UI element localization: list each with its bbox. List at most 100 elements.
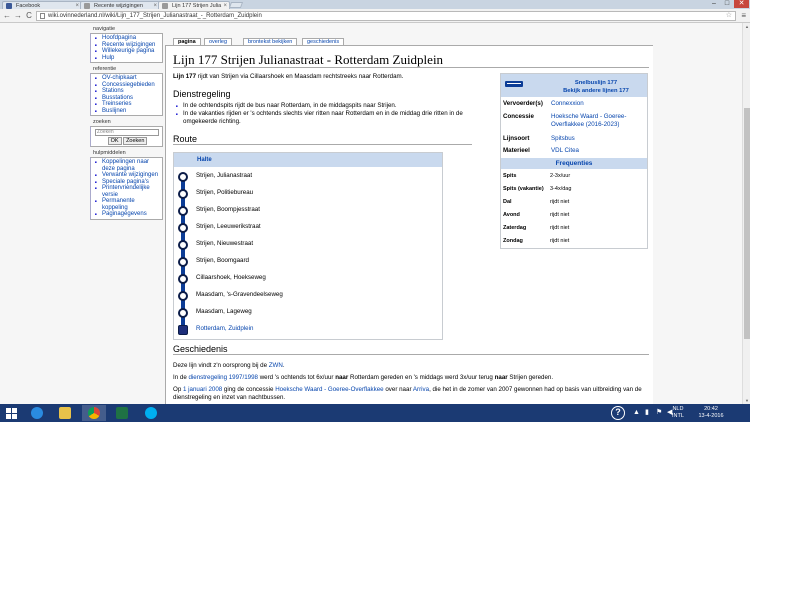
bookmark-star-icon[interactable]: ☆	[726, 12, 732, 20]
new-tab-button[interactable]	[228, 2, 244, 8]
link-dienstregeling-1997[interactable]: dienstregeling 1997/1998	[188, 374, 258, 381]
portlet-title: referentie	[93, 66, 117, 72]
row-link[interactable]: Spitsbus	[551, 135, 575, 143]
route-table: Halte Strijen, Julianastraat Strijen, Po…	[173, 152, 443, 340]
infobox-frequenties-header: Frequenties	[501, 158, 647, 169]
route-column-header[interactable]: Halte	[174, 153, 442, 167]
infobox-title-link[interactable]: Snelbuslijn 177	[541, 79, 651, 87]
ok-button[interactable]: OK	[107, 137, 122, 145]
taskbar-chrome[interactable]	[82, 405, 106, 421]
forward-button[interactable]: →	[13, 11, 23, 21]
help-icon[interactable]: ?	[611, 406, 625, 420]
row-link[interactable]: Connexxion	[551, 100, 584, 108]
portlet-title: navigatie	[93, 26, 116, 32]
browser-tab-recente-wijzigingen[interactable]: Recente wijzigingen ×	[80, 1, 160, 9]
folder-icon	[59, 407, 71, 419]
browser-tabstrip: Facebook × Recente wijzigingen × Lijn 17…	[0, 0, 750, 9]
intro-text: rijdt van Strijen via Cillaarshoek en Ma…	[196, 73, 404, 80]
link-1-januari-2008[interactable]: 1 januari 2008	[183, 386, 222, 393]
address-bar[interactable]: wiki.ovinnederland.nl/wiki/Lijn_177_Stri…	[36, 11, 736, 21]
scrollbar-thumb[interactable]	[744, 108, 750, 339]
tab-brontekst-bekijken[interactable]: brontekst bekijken	[243, 38, 298, 45]
stop-name: Strijen, Politiebureau	[196, 189, 254, 196]
stop-name: Strijen, Boomgaard	[196, 257, 249, 264]
tab-geschiedenis[interactable]: geschiedenis	[302, 38, 345, 45]
row-link[interactable]: Hoeksche Waard - Goeree-	[551, 113, 626, 121]
stop-name-link[interactable]: Rotterdam, Zuidplein	[196, 325, 253, 333]
history-paragraph-1: Deze lijn vindt z'n oorsprong bij de ZWN…	[173, 362, 285, 370]
text: over naar	[383, 386, 413, 393]
close-window-button[interactable]: ✕	[734, 0, 749, 8]
sidebar-item-printervriendelijk[interactable]: Printervriendelijke versie	[95, 185, 160, 198]
flag-icon[interactable]: ⚑	[656, 409, 662, 416]
tray-arrow-icon[interactable]: ▲	[633, 409, 640, 416]
taskbar-skype[interactable]	[139, 405, 163, 421]
clock[interactable]: 20:42 13-4-2016	[698, 406, 724, 420]
link-concessie[interactable]: Hoeksche Waard - Goeree-Overflakkee	[275, 386, 383, 393]
browser-tab-facebook[interactable]: Facebook ×	[2, 1, 82, 9]
row-key: Concessie	[503, 113, 534, 120]
sidebar-item-koppelingen[interactable]: Koppelingen naar deze pagina	[95, 159, 160, 172]
browser-menu-icon[interactable]: ≡	[741, 12, 746, 20]
taskbar-excel[interactable]	[110, 405, 134, 421]
row-key: Lijnsoort	[503, 135, 530, 142]
browser-tab-lijn-177[interactable]: Lijn 177 Strijen Julia ×	[158, 1, 230, 9]
freq-key: Dal	[503, 199, 512, 205]
start-button[interactable]	[1, 405, 25, 421]
infobox-header: Snelbuslijn 177 Bekijk andere lijnen 177	[501, 74, 647, 97]
freq-value: rijdt niet	[550, 212, 570, 218]
tab-overleg[interactable]: overleg	[204, 38, 233, 45]
sidebar-item-buslijnen[interactable]: Buslijnen	[95, 108, 160, 115]
infobox-subtitle-link[interactable]: Bekijk andere lijnen 177	[541, 87, 651, 95]
taskbar-internet-explorer[interactable]	[25, 405, 49, 421]
back-button[interactable]: ←	[2, 11, 12, 21]
freq-key: Spits (vakantie)	[503, 186, 544, 192]
list-item: In de ochtendspits rijdt de bus naar Rot…	[176, 102, 476, 110]
route-stop: Maasdam, Lageweg	[174, 304, 442, 321]
heading-route: Route	[173, 134, 472, 145]
scroll-down-arrow-icon[interactable]: ▼	[744, 398, 750, 403]
stop-name: Maasdam, 's-Gravendeelseweg	[196, 291, 283, 298]
text: werd 's ochtends tot 6x/uur	[257, 374, 336, 381]
text: Rotterdam gereden en 's middags werd 3x/…	[348, 374, 495, 381]
tab-pagina[interactable]: pagina	[173, 38, 201, 45]
close-tab-icon[interactable]: ×	[75, 2, 79, 9]
history-paragraph-3: Op 1 januari 2008 ging de concessie Hoek…	[173, 386, 642, 394]
article-content: Lijn 177 Strijen Julianastraat - Rotterd…	[165, 45, 653, 422]
minimize-button[interactable]: –	[708, 0, 720, 8]
vertical-scrollbar[interactable]: ▲ ▼	[742, 23, 750, 404]
stop-marker-icon	[178, 240, 188, 250]
text: .	[282, 362, 285, 369]
terminus-icon	[178, 325, 188, 335]
wiki-sidebar: navigatie Hoofdpagina Recente wijziginge…	[90, 26, 163, 223]
link-zwn[interactable]: ZWN	[269, 362, 283, 369]
lang-code: NLD	[672, 406, 684, 412]
bold-text: naar	[494, 374, 508, 381]
close-tab-icon[interactable]: ×	[153, 2, 157, 9]
row-link[interactable]: Overflakkee (2016-2023)	[551, 121, 619, 129]
lang-layout: INTL	[672, 413, 684, 419]
stop-marker-icon	[178, 189, 188, 199]
portlet-zoeken: zoeken Zoeken OK Zoeken	[90, 119, 163, 147]
maximize-button[interactable]: □	[721, 0, 733, 8]
sidebar-item-hulp[interactable]: Hulp	[95, 55, 160, 62]
search-button[interactable]: Zoeken	[123, 137, 148, 145]
windows-logo-icon	[6, 408, 18, 419]
search-input[interactable]: Zoeken	[95, 129, 159, 136]
intro-bold: Lijn 177	[173, 73, 197, 80]
internet-explorer-icon	[31, 407, 43, 419]
taskbar-file-explorer[interactable]	[53, 405, 77, 421]
row-link[interactable]: VDL Citea	[551, 147, 579, 155]
freq-key: Avond	[503, 212, 520, 218]
scroll-up-arrow-icon[interactable]: ▲	[744, 24, 750, 29]
network-icon[interactable]: ▮	[645, 409, 649, 416]
portlet-title: zoeken	[93, 119, 111, 125]
infobox-title: Snelbuslijn 177 Bekijk andere lijnen 177	[541, 79, 651, 95]
link-arriva[interactable]: Arriva	[413, 386, 429, 393]
portlet-referentie: referentie OV-chipkaart Concessiegebiede…	[90, 66, 163, 116]
language-indicator[interactable]: NLD INTL	[672, 406, 684, 420]
sidebar-item-paginagegevens[interactable]: Paginagegevens	[95, 211, 160, 218]
close-tab-icon[interactable]: ×	[223, 2, 227, 9]
sidebar-item-permanente-koppeling[interactable]: Permanente koppeling	[95, 198, 160, 211]
reload-button[interactable]: C	[24, 11, 34, 21]
